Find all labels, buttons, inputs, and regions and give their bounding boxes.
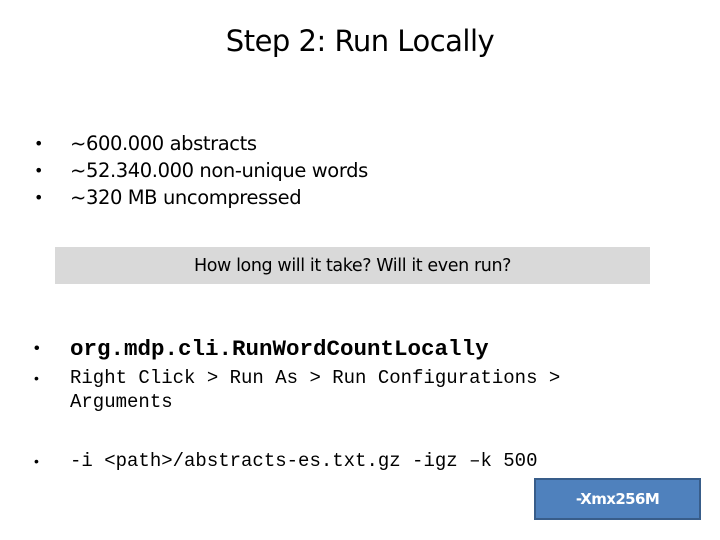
question-callout-text: How long will it take? Will it even run? [193, 255, 512, 276]
stat-item-words: • ~52.340.000 non-unique words [34, 157, 368, 184]
main-class-list: • org.mdp.cli.RunWordCountLocally [34, 335, 489, 363]
main-class-name: org.mdp.cli.RunWordCountLocally [70, 336, 489, 362]
stat-item-abstracts: • ~600.000 abstracts [34, 130, 368, 157]
stat-item-size: • ~320 MB uncompressed [34, 184, 368, 211]
vm-option-box: -Xmx256M [534, 478, 701, 520]
run-config-path: Right Click > Run As > Run Configuration… [70, 367, 572, 413]
bullet-icon: • [34, 340, 40, 357]
bullet-icon: • [34, 160, 44, 180]
arguments-list: • -i <path>/abstracts-es.txt.gz -igz –k … [34, 449, 537, 473]
vm-option-text: -Xmx256M [575, 490, 660, 508]
bullet-icon: • [34, 370, 39, 386]
run-config-list: • Right Click > Run As > Run Configurati… [34, 366, 674, 414]
bullet-icon: • [34, 453, 39, 469]
slide-title: Step 2: Run Locally [225, 24, 495, 58]
run-config-item: • Right Click > Run As > Run Configurati… [34, 366, 674, 414]
main-class-item: • org.mdp.cli.RunWordCountLocally [34, 335, 489, 363]
arguments-item: • -i <path>/abstracts-es.txt.gz -igz –k … [34, 449, 537, 473]
question-callout: How long will it take? Will it even run? [55, 247, 650, 284]
bullet-icon: • [34, 187, 44, 207]
stat-text: ~52.340.000 non-unique words [70, 159, 368, 182]
program-arguments: -i <path>/abstracts-es.txt.gz -igz –k 50… [70, 450, 538, 472]
stat-text: ~600.000 abstracts [70, 132, 257, 155]
stat-text: ~320 MB uncompressed [70, 186, 302, 209]
bullet-icon: • [34, 133, 44, 153]
dataset-stats-list: • ~600.000 abstracts • ~52.340.000 non-u… [34, 130, 368, 211]
